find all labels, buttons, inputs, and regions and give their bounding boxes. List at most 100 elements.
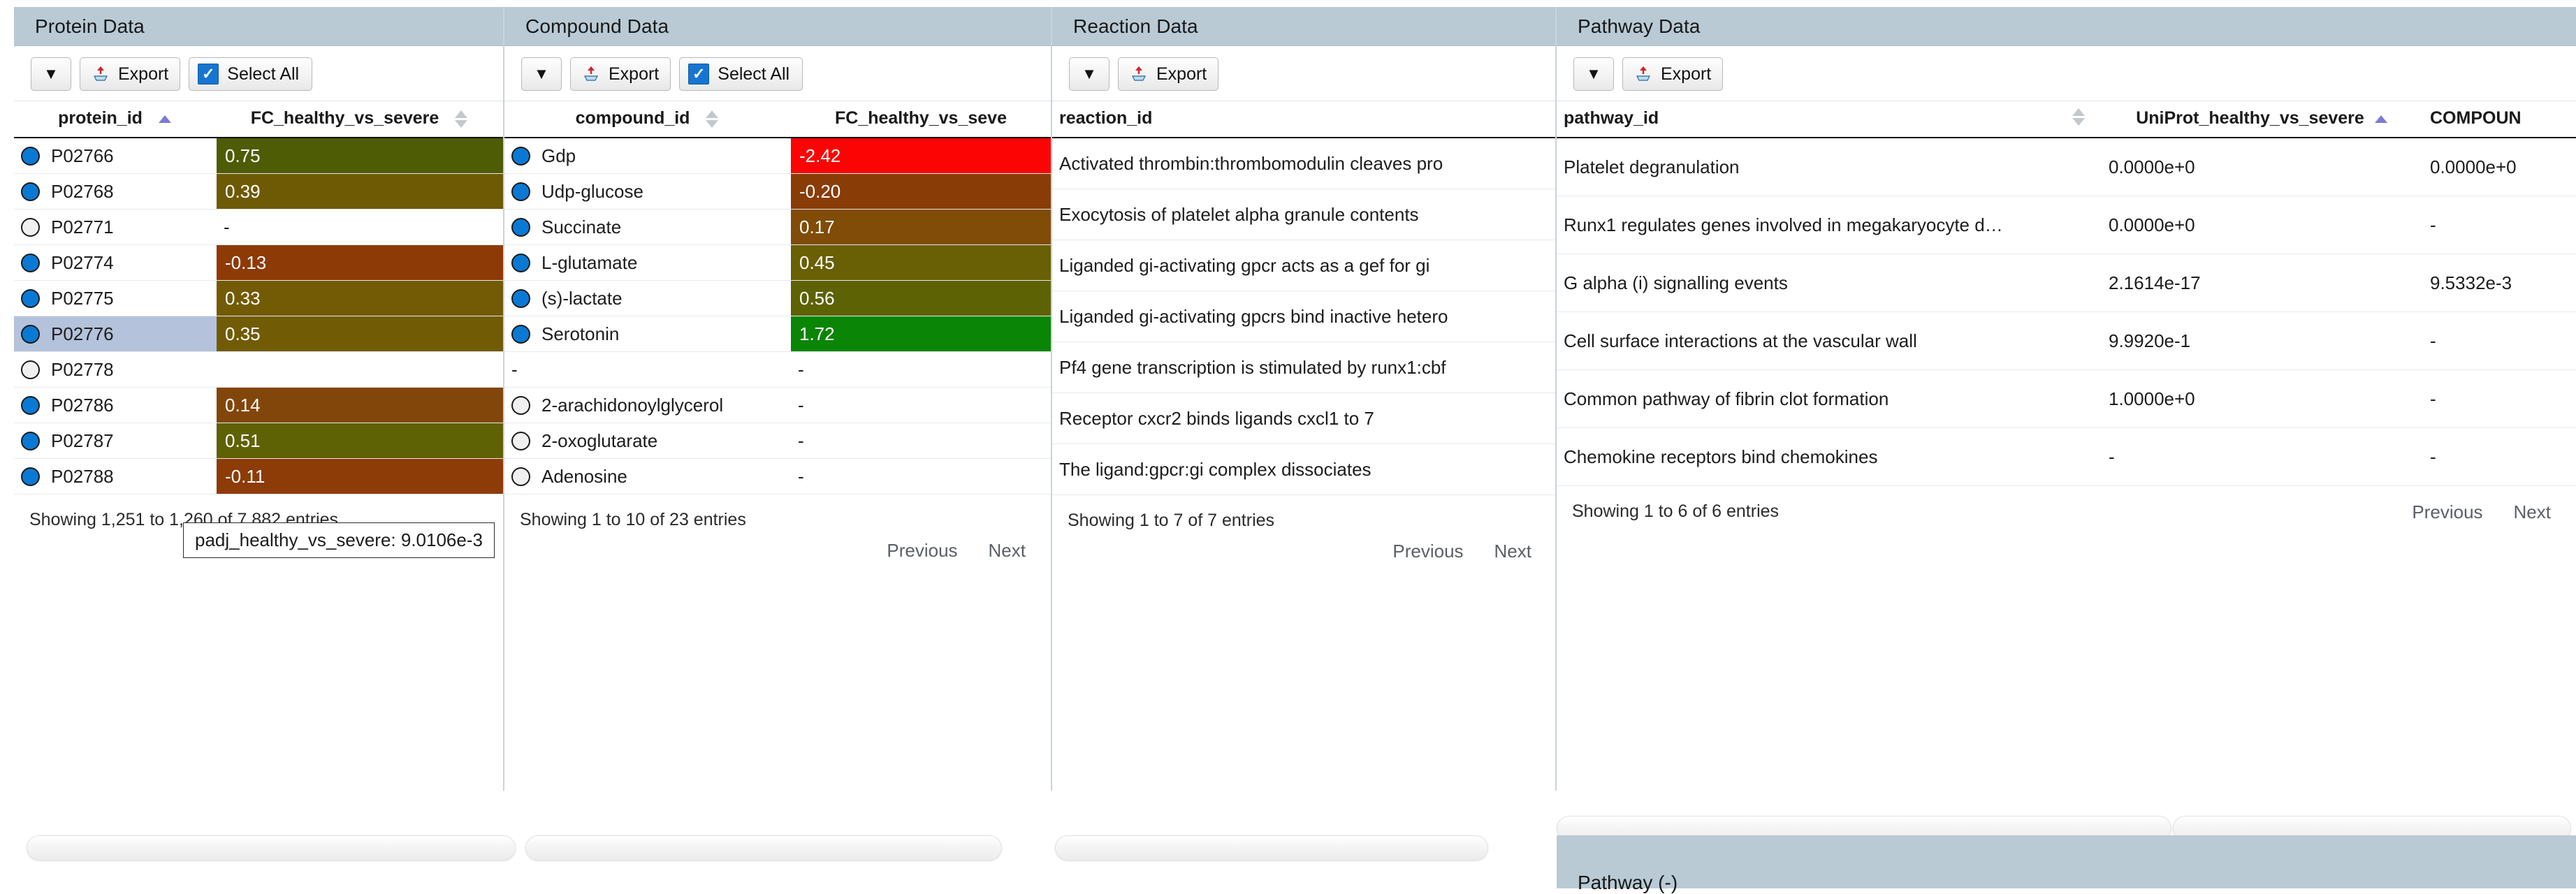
table-row[interactable]: Chemokine receptors bind chemokines - -	[1557, 427, 2576, 486]
table-row[interactable]: P02787 0.51	[14, 423, 503, 459]
pathway-dropdown-button[interactable]: ▼	[1573, 57, 1614, 91]
protein-col-fc[interactable]: FC_healthy_vs_severe	[217, 101, 503, 138]
table-row[interactable]: P02788 -0.11	[14, 458, 503, 494]
table-row[interactable]: Exocytosis of platelet alpha granule con…	[1052, 189, 1557, 240]
pathway-panel-title: Pathway Data	[1578, 15, 1701, 37]
table-row[interactable]: Activated thrombin:thrombomodulin cleave…	[1052, 138, 1557, 189]
table-row-selected[interactable]: P02776 0.35	[14, 316, 503, 352]
pathway-col-uniprot[interactable]: UniProt_healthy_vs_severe	[2102, 101, 2423, 138]
table-row[interactable]: Gdp -2.42	[504, 138, 1051, 174]
compound-col-fc[interactable]: FC_healthy_vs_seve	[791, 101, 1051, 138]
compound-col-compound-id[interactable]: compound_id	[504, 101, 791, 138]
pathway-export-button[interactable]: Export	[1622, 57, 1724, 91]
table-row[interactable]: P02774 -0.13	[14, 244, 503, 281]
reaction-id-cell: Receptor cxcr2 binds ligands cxcl1 to 7	[1052, 393, 1557, 444]
compound-fc-cell: 1.72	[791, 316, 1051, 352]
table-row[interactable]: 2-arachidonoylglycerol -	[504, 387, 1051, 423]
table-row[interactable]: Common pathway of fibrin clot formation …	[1557, 369, 2576, 428]
sort-ascending-icon[interactable]	[157, 115, 173, 123]
table-row[interactable]: P02766 0.75	[14, 138, 503, 174]
reaction-horizontal-scrollbar[interactable]	[1055, 835, 1488, 860]
compound-export-button[interactable]: Export	[570, 57, 671, 91]
table-row[interactable]: P02768 0.39	[14, 173, 503, 210]
table-row[interactable]: Serotonin 1.72	[504, 316, 1051, 352]
table-row[interactable]: - -	[504, 351, 1051, 388]
pathway-panel-header: Pathway Data	[1557, 7, 2576, 46]
node-indicator-icon	[21, 431, 40, 450]
protein-id-cell: P02787	[51, 430, 114, 451]
pathway-col-pathway-id[interactable]: pathway_id	[1557, 101, 2102, 138]
protein-select-all-button[interactable]: ✓ Select All	[189, 57, 313, 91]
table-row[interactable]: Receptor cxcr2 binds ligands cxcl1 to 7	[1052, 393, 1557, 444]
pathway-col-compound[interactable]: COMPOUN	[2423, 101, 2576, 138]
compound-id-cell: Adenosine	[541, 465, 627, 487]
table-row[interactable]: Cell surface interactions at the vascula…	[1557, 312, 2576, 370]
reaction-showing-entries: Showing 1 to 7 of 7 entries	[1068, 511, 1275, 530]
compound-next-button[interactable]: Next	[989, 540, 1026, 562]
table-row[interactable]: Pf4 gene transcription is stimulated by …	[1052, 342, 1557, 393]
table-row[interactable]: G alpha (i) signalling events 2.1614e-17…	[1557, 254, 2576, 312]
table-row[interactable]: L-glutamate 0.45	[504, 244, 1051, 281]
protein-dropdown-button[interactable]: ▼	[31, 57, 71, 91]
node-indicator-icon	[21, 146, 40, 166]
node-indicator-icon	[511, 467, 530, 486]
compound-showing-entries: Showing 1 to 10 of 23 entries	[520, 510, 746, 529]
table-row[interactable]: P02778	[14, 351, 503, 388]
table-row[interactable]: Liganded gi-activating gpcrs bind inacti…	[1052, 291, 1557, 342]
compound-dropdown-button[interactable]: ▼	[521, 57, 562, 91]
pathway-uniprot-cell: 0.0000e+0	[2102, 138, 2423, 196]
table-row[interactable]: The ligand:gpcr:gi complex dissociates	[1052, 444, 1557, 495]
reaction-id-cell: The ligand:gpcr:gi complex dissociates	[1052, 444, 1557, 495]
table-row[interactable]: Succinate 0.17	[504, 209, 1051, 245]
node-indicator-icon	[511, 146, 530, 166]
compound-previous-button[interactable]: Previous	[887, 540, 957, 562]
sort-none-icon[interactable]	[704, 110, 720, 128]
export-icon	[92, 66, 110, 82]
reaction-dropdown-button[interactable]: ▼	[1069, 57, 1109, 91]
protein-export-button[interactable]: Export	[80, 57, 181, 91]
pathway-toolbar: ▼ Export	[1557, 46, 2576, 101]
sort-none-icon[interactable]	[453, 110, 469, 128]
protein-col-protein-id-label: protein_id	[58, 108, 143, 128]
table-row[interactable]: Runx1 regulates genes involved in megaka…	[1557, 196, 2576, 254]
compound-select-all-button[interactable]: ✓ Select All	[679, 57, 803, 91]
node-indicator-icon	[21, 324, 40, 344]
protein-id-cell: P02766	[51, 145, 114, 166]
sort-ascending-icon[interactable]	[2373, 115, 2389, 123]
table-row[interactable]: 2-oxoglutarate -	[504, 423, 1051, 459]
protein-col-protein-id[interactable]: protein_id	[14, 101, 217, 138]
pathway-compound-cell: -	[2423, 369, 2576, 428]
reaction-previous-button[interactable]: Previous	[1392, 541, 1463, 562]
compound-id-cell: Serotonin	[541, 323, 620, 344]
pathway-showing-entries: Showing 1 to 6 of 6 entries	[1572, 501, 1780, 521]
protein-id-cell: P02771	[51, 216, 114, 237]
pathway-uniprot-cell: 1.0000e+0	[2102, 369, 2423, 428]
sort-none-icon[interactable]	[2071, 108, 2086, 126]
reaction-panel-body: ▼ Export reaction_id Activated thrombin:…	[1052, 46, 1557, 562]
checkbox-checked-icon: ✓	[688, 64, 710, 85]
pathway-next-button[interactable]: Next	[2514, 501, 2551, 523]
table-row[interactable]: P02786 0.14	[14, 387, 503, 423]
table-row[interactable]: Liganded gi-activating gpcr acts as a ge…	[1052, 240, 1557, 291]
protein-horizontal-scrollbar[interactable]	[27, 835, 516, 860]
pathway-uniprot-cell: 9.9920e-1	[2102, 312, 2423, 370]
protein-id-cell: P02778	[51, 358, 114, 380]
table-row[interactable]: P02775 0.33	[14, 280, 503, 316]
table-row[interactable]: Udp-glucose -0.20	[504, 173, 1051, 210]
protein-panel-body: ▼ Export ✓ Select All protein_id FC_heal…	[14, 46, 503, 562]
pathway-previous-button[interactable]: Previous	[2412, 501, 2482, 523]
table-row[interactable]: Platelet degranulation 0.0000e+0 0.0000e…	[1557, 138, 2576, 196]
reaction-col-reaction-id[interactable]: reaction_id	[1052, 101, 1557, 138]
compound-horizontal-scrollbar[interactable]	[525, 835, 1002, 860]
pathway-compound-cell: 0.0000e+0	[2423, 138, 2576, 196]
table-row[interactable]: (s)-lactate 0.56	[504, 280, 1051, 316]
compound-col-fc-label: FC_healthy_vs_seve	[835, 108, 1007, 128]
reaction-next-button[interactable]: Next	[1494, 541, 1531, 562]
table-row[interactable]: Adenosine -	[504, 458, 1051, 494]
node-indicator-icon	[21, 217, 40, 237]
reaction-export-button[interactable]: Export	[1118, 57, 1219, 91]
reaction-panel-header: Reaction Data	[1052, 7, 1557, 46]
table-row[interactable]: P02771 -	[14, 209, 503, 245]
pathway-pagination: Previous Next	[2412, 486, 2576, 523]
protein-panel: Protein Data ▼ Export ✓ Select All prote…	[14, 7, 503, 791]
